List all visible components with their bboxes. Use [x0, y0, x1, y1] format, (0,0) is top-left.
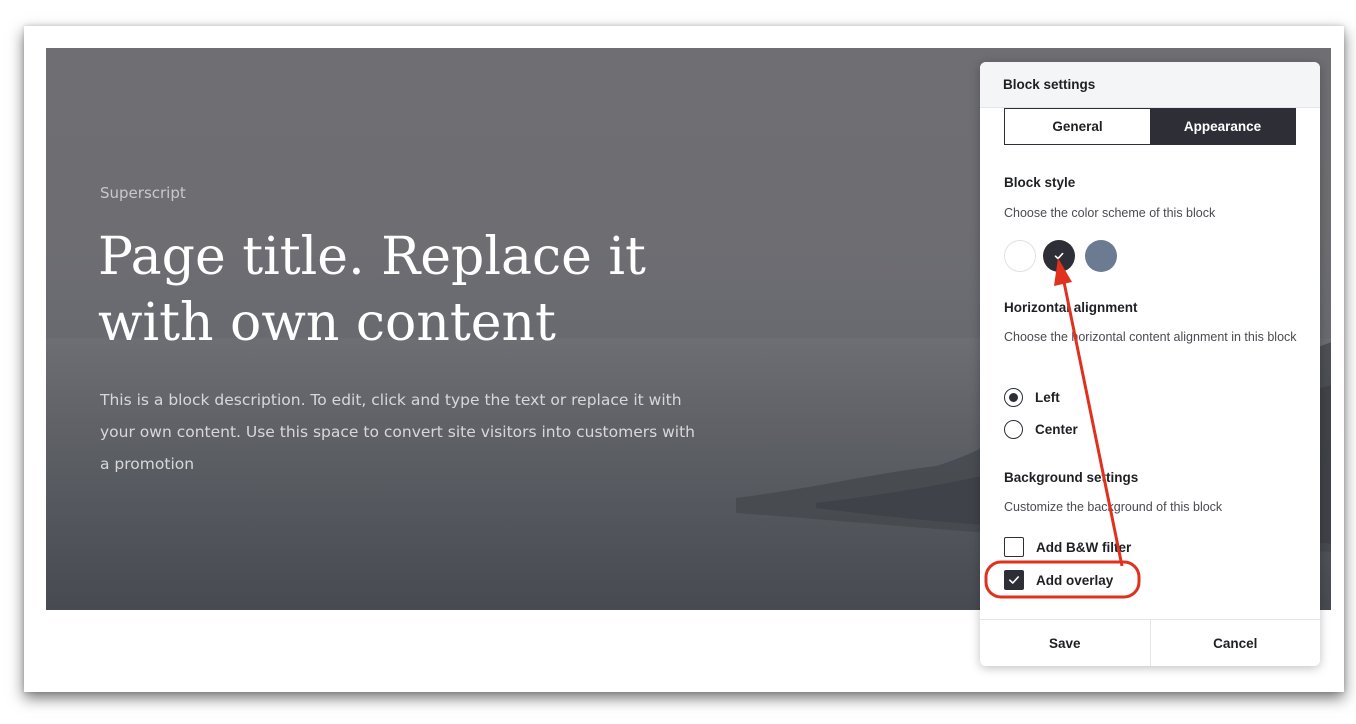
horizontal-alignment-title: Horizontal alignment [1004, 300, 1138, 315]
block-settings-panel: Block settings General Appearance Block … [980, 62, 1320, 666]
horizontal-alignment-description: Choose the horizontal content alignment … [1004, 330, 1297, 344]
panel-header: Block settings [980, 62, 1320, 108]
swatch-slate[interactable] [1085, 240, 1117, 272]
checkbox-bw-filter-label: Add B&W filter [1036, 539, 1132, 555]
check-icon [1054, 252, 1064, 260]
swatch-dark[interactable] [1043, 240, 1075, 272]
radio-left-label: Left [1035, 389, 1060, 405]
panel-title: Block settings [1003, 77, 1096, 92]
cancel-button[interactable]: Cancel [1150, 620, 1320, 666]
panel-footer: Save Cancel [980, 619, 1320, 666]
checkbox-add-overlay-label: Add overlay [1036, 572, 1114, 588]
background-settings-title: Background settings [1004, 470, 1139, 485]
tab-general[interactable]: General [1005, 109, 1150, 144]
checkbox-add-overlay[interactable]: Add overlay [1004, 569, 1113, 591]
save-button[interactable]: Save [980, 620, 1151, 666]
radio-center[interactable]: Center [1004, 418, 1078, 440]
check-icon [1009, 576, 1019, 584]
radio-center-label: Center [1035, 421, 1078, 437]
block-style-description: Choose the color scheme of this block [1004, 206, 1216, 220]
hero-description[interactable]: This is a block description. To edit, cl… [100, 384, 700, 480]
checkbox-add-overlay-control[interactable] [1004, 570, 1024, 590]
page-title[interactable]: Page title. Replace it with own content [98, 224, 738, 356]
swatch-white[interactable] [1004, 240, 1036, 272]
background-settings-description: Customize the background of this block [1004, 500, 1223, 514]
radio-center-control[interactable] [1004, 419, 1023, 439]
tab-appearance[interactable]: Appearance [1150, 109, 1295, 144]
radio-selected-dot [1009, 392, 1018, 402]
checkbox-bw-filter[interactable]: Add B&W filter [1004, 536, 1131, 558]
settings-tabs: General Appearance [1004, 108, 1296, 145]
hero-superscript[interactable]: Superscript [100, 184, 186, 202]
radio-left-control[interactable] [1004, 387, 1023, 407]
checkbox-bw-filter-control[interactable] [1004, 537, 1024, 557]
radio-left[interactable]: Left [1004, 386, 1060, 408]
block-style-title: Block style [1004, 175, 1076, 190]
